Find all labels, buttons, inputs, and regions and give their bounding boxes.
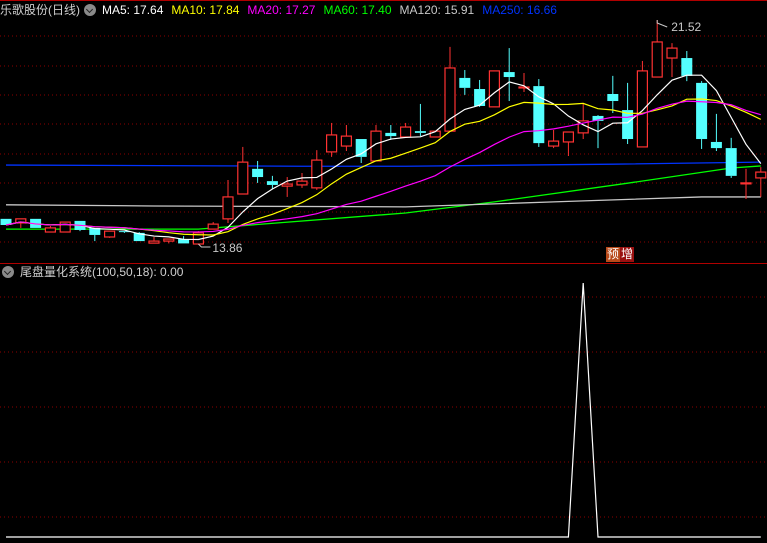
candle-body (740, 182, 752, 185)
ma10-label: MA10: 17.84 (171, 3, 240, 17)
candle-body (385, 132, 397, 137)
candle-body (607, 94, 619, 102)
badge-part1: 预 (606, 247, 621, 262)
candle (547, 129, 560, 149)
candle (326, 122, 338, 157)
ma20-label: MA20: 17.27 (247, 3, 316, 17)
candle-body (207, 223, 219, 230)
chevron-down-icon[interactable] (2, 266, 14, 278)
candle-body (636, 70, 649, 148)
candle (414, 103, 426, 137)
candle-body (311, 159, 323, 189)
candle-body (547, 140, 560, 147)
candle-body (266, 181, 278, 185)
candle-body (148, 240, 160, 244)
forecast-badge[interactable]: 预 增 (606, 247, 635, 262)
candle (59, 221, 71, 233)
candle (207, 222, 219, 230)
candle (666, 43, 678, 78)
candle (740, 168, 752, 199)
candle-body (503, 72, 515, 78)
candle (474, 79, 486, 107)
candle-body (340, 135, 352, 147)
ma120-line (5, 196, 761, 208)
candle (44, 225, 57, 233)
candle-body (696, 82, 708, 140)
stock-title: 乐歌股份(日线) (0, 3, 80, 17)
candle (163, 238, 175, 244)
candle-body (222, 196, 234, 220)
candle (340, 124, 352, 152)
candle (89, 227, 101, 242)
indicator-value: : 0.00 (153, 265, 184, 279)
top-border (0, 0, 767, 1)
candle-body (252, 168, 264, 178)
chart-header: 乐歌股份(日线) MA5: 17.64 MA10: 17.84 MA20: 17… (0, 2, 565, 18)
candle-body (725, 148, 737, 176)
candle-body (103, 230, 116, 238)
badge-part2: 增 (620, 247, 635, 262)
candle (696, 81, 708, 149)
high-price-label: 21.52 (671, 20, 701, 34)
chevron-down-icon[interactable] (84, 4, 96, 16)
candlestick-chart[interactable]: 21.52 13.86 (0, 0, 767, 263)
candle-body (414, 131, 426, 133)
candle (533, 79, 545, 147)
candle-body (666, 47, 678, 59)
candle (577, 103, 589, 140)
candle (222, 179, 234, 223)
indicator-line (6, 282, 761, 538)
candle (385, 124, 397, 140)
candle (636, 60, 649, 148)
candle (459, 70, 471, 95)
candle-body (400, 126, 412, 138)
candle (503, 48, 515, 102)
candle-body (59, 221, 71, 233)
candle (651, 20, 663, 78)
ma60-line (6, 165, 761, 230)
candle (237, 146, 249, 195)
candle-body (326, 134, 338, 153)
ma5-label: MA5: 17.64 (102, 3, 164, 17)
candle-body (710, 141, 722, 149)
candle-body (681, 58, 693, 76)
candle (148, 236, 160, 244)
candle (725, 137, 737, 178)
candle (562, 131, 575, 156)
low-price-label: 13.86 (212, 241, 242, 255)
candle-body (459, 77, 471, 88)
ma250-label: MA250: 16.66 (482, 3, 557, 17)
ma120-label: MA120: 15.91 (399, 3, 475, 17)
candle-body (281, 183, 293, 187)
indicator-title: 尾盘量化系统(100,50,18) (20, 265, 154, 279)
candle (311, 150, 323, 190)
candle-body (562, 131, 575, 143)
candle-body (651, 41, 663, 78)
candle (15, 218, 27, 228)
candle-body (237, 161, 249, 195)
candle (400, 122, 412, 138)
candle-body (622, 110, 634, 140)
indicator-header: 尾盘量化系统(100,50,18) : 0.00 (2, 265, 183, 279)
candle (296, 172, 308, 188)
candle (755, 167, 767, 197)
candle (607, 75, 619, 114)
candle-body (44, 227, 57, 233)
candle (488, 70, 500, 108)
indicator-chart[interactable] (0, 264, 767, 543)
candle-body (488, 70, 500, 108)
candle-body (296, 180, 308, 186)
candle (252, 160, 264, 183)
candle (103, 230, 116, 238)
ma60-label: MA60: 17.40 (323, 3, 392, 17)
candle-body (163, 238, 175, 242)
candle (192, 231, 204, 245)
ma250-line (5, 161, 761, 167)
candle (710, 113, 722, 152)
candle-body (474, 89, 486, 106)
candle-body (755, 171, 767, 179)
high-marker-arrow (656, 20, 668, 28)
